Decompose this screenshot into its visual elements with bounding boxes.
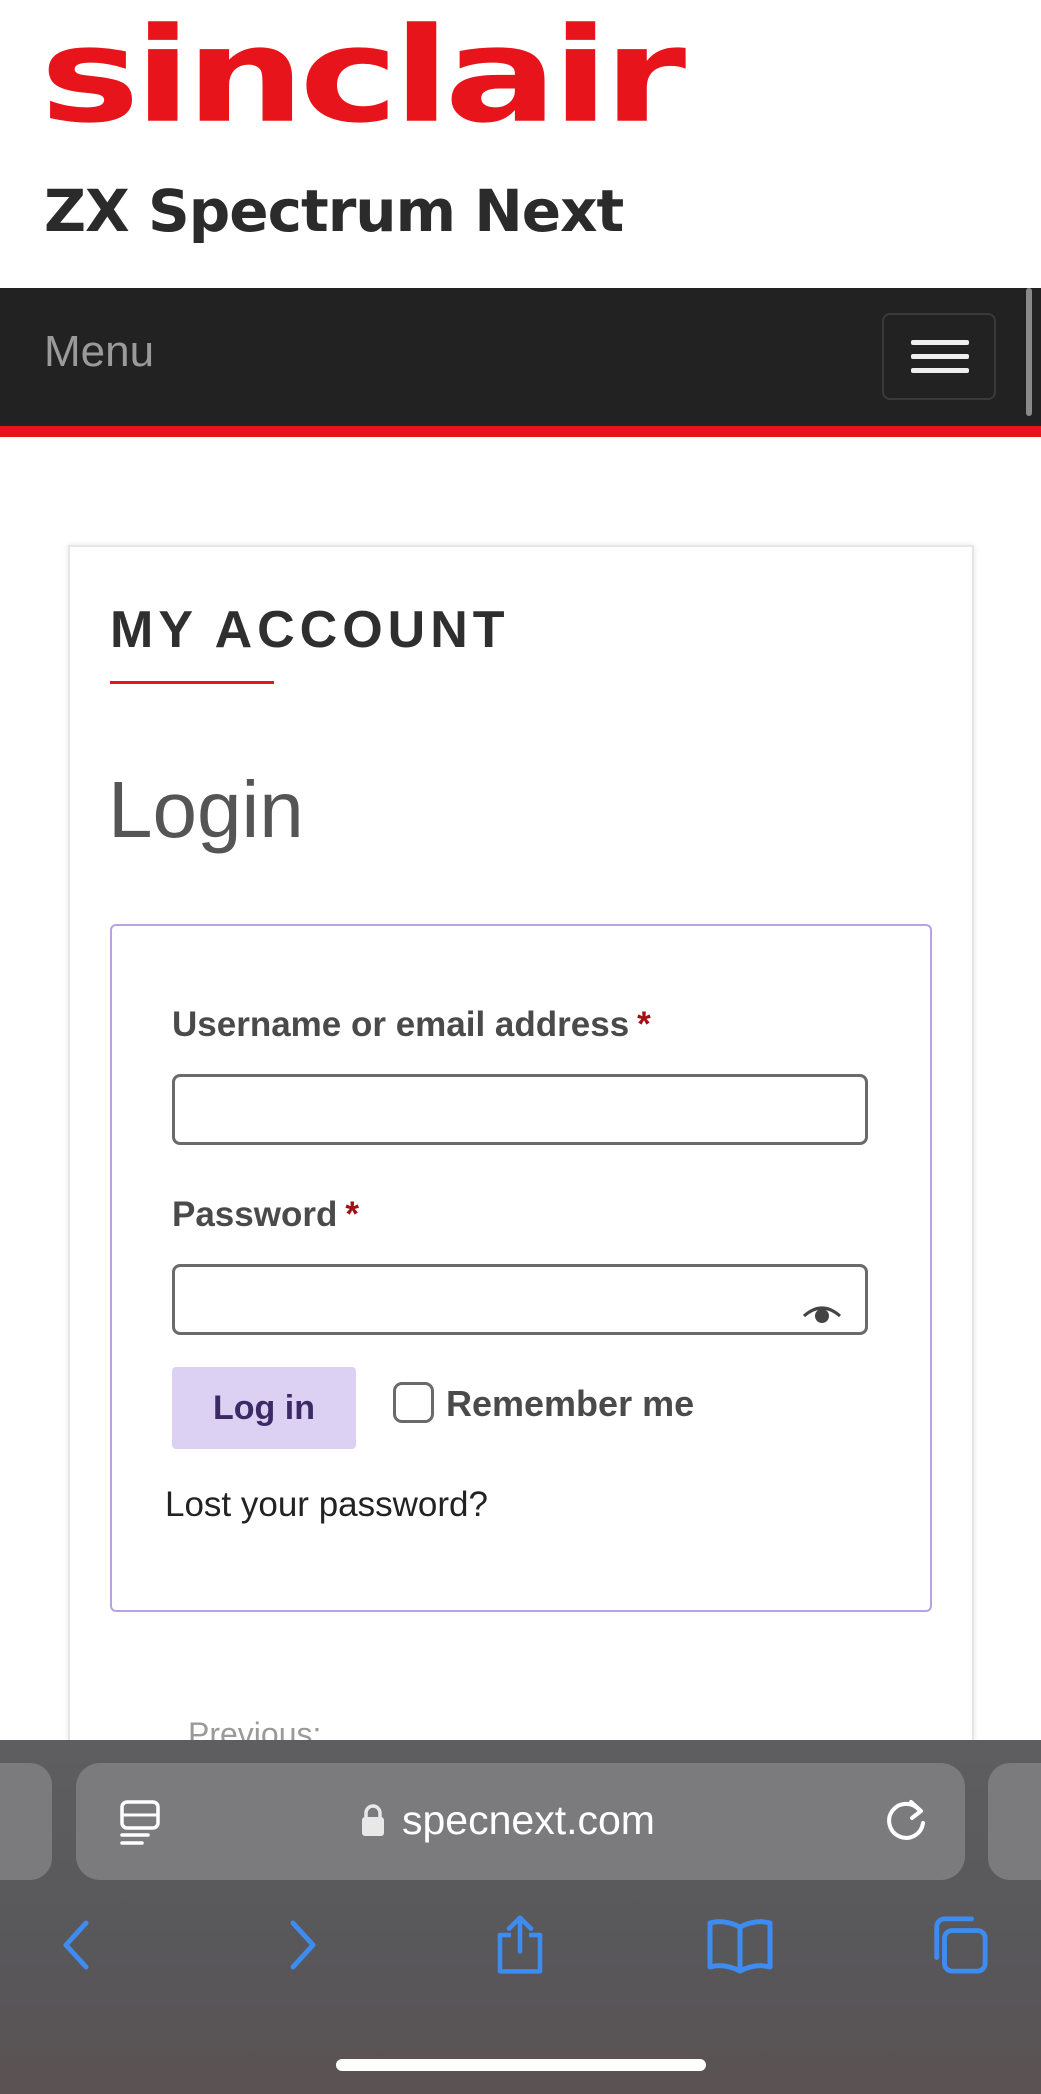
- show-password-eye-icon[interactable]: [802, 1302, 842, 1326]
- login-heading: Login: [108, 765, 304, 854]
- remember-me-checkbox[interactable]: [393, 1382, 434, 1423]
- next-tab-preview[interactable]: [988, 1763, 1041, 1880]
- lost-password-link[interactable]: Lost your password?: [165, 1487, 488, 1522]
- forward-icon[interactable]: [285, 1915, 321, 1975]
- tabs-icon[interactable]: [928, 1915, 990, 1975]
- url-text[interactable]: specnext.com: [402, 1800, 655, 1841]
- username-input[interactable]: [172, 1074, 868, 1145]
- password-input[interactable]: [172, 1264, 868, 1335]
- title-underline: [110, 681, 274, 684]
- scrollbar[interactable]: [1026, 288, 1032, 416]
- home-indicator[interactable]: [336, 2059, 706, 2071]
- login-button[interactable]: Log in: [172, 1367, 356, 1449]
- reader-icon[interactable]: [118, 1798, 164, 1846]
- remember-me-label[interactable]: Remember me: [446, 1386, 694, 1422]
- menu-toggle-button[interactable]: [882, 313, 996, 400]
- back-icon[interactable]: [58, 1915, 94, 1975]
- hamburger-menu-icon: [911, 340, 969, 345]
- password-label: Password *: [172, 1195, 359, 1234]
- lock-icon: [362, 1804, 384, 1836]
- required-mark: *: [637, 1005, 651, 1044]
- site-header: sinclair ZX Spectrum Next: [0, 0, 1041, 288]
- reload-icon[interactable]: [884, 1797, 930, 1843]
- bookmarks-icon[interactable]: [706, 1915, 774, 1975]
- page-title: MY ACCOUNT: [110, 601, 510, 659]
- logo-subtitle: ZX Spectrum Next: [44, 177, 624, 245]
- username-label: Username or email address *: [172, 1005, 651, 1044]
- previous-tab-preview[interactable]: [0, 1763, 52, 1880]
- share-icon[interactable]: [490, 1915, 550, 1975]
- menu-label[interactable]: Menu: [44, 330, 154, 374]
- required-mark: *: [345, 1195, 359, 1234]
- navbar-accent-line: [0, 426, 1041, 437]
- sinclair-logo[interactable]: sinclair: [40, 10, 686, 141]
